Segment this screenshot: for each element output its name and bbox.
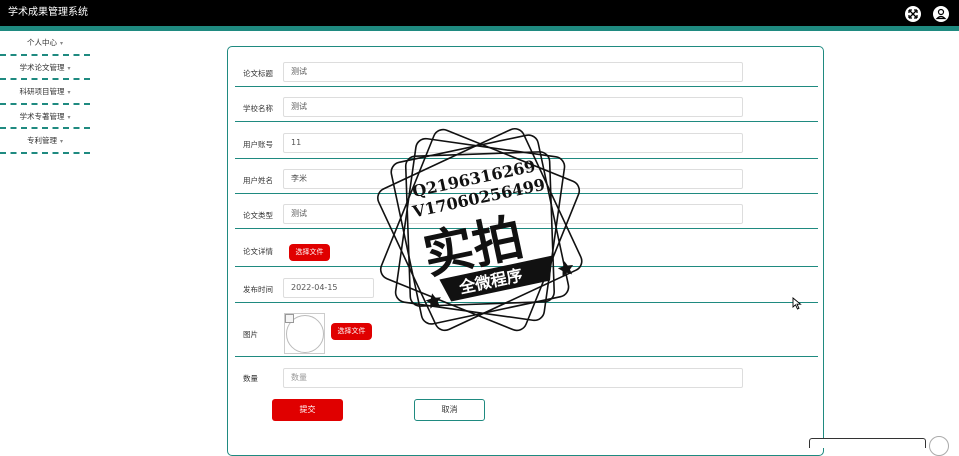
sidebar-item-label: 学术论文管理 xyxy=(19,62,65,72)
sidebar-item-label: 专利管理 xyxy=(26,136,57,145)
mouse-cursor-icon xyxy=(792,297,802,310)
picture-file-button[interactable]: 选择文件 xyxy=(331,323,372,340)
user-name-input[interactable]: 李米 xyxy=(283,169,743,189)
expand-icon[interactable] xyxy=(905,6,921,22)
sidebar-item-paper-management[interactable]: 学术论文管理 ▾ xyxy=(0,56,90,80)
chevron-down-icon: ▾ xyxy=(67,64,71,72)
paper-type-input[interactable]: 测试 xyxy=(283,204,743,224)
sidebar-item-label: 科研项目管理 xyxy=(19,87,65,96)
school-name-label: 学校名称 xyxy=(243,104,273,113)
chevron-down-icon: ▾ xyxy=(59,40,63,47)
edit-form: 论文标题 测试 学校名称 测试 用户账号 11 用户姓名 李米 论文类型 测试 … xyxy=(227,46,824,456)
cancel-button[interactable]: 取消 xyxy=(414,399,485,421)
form-row-publish-time: 发布时间 2022-04-15 xyxy=(235,267,818,303)
form-row-paper-type: 论文类型 测试 xyxy=(235,194,818,229)
form-row-quantity: 数量 数量 xyxy=(235,357,818,393)
bottom-floating-panel[interactable] xyxy=(809,438,926,448)
sidebar-item-label: 学术专著管理 xyxy=(19,111,65,121)
submit-button[interactable]: 提交 xyxy=(272,399,343,421)
form-row-paper-title: 论文标题 测试 xyxy=(235,47,818,87)
quantity-input[interactable]: 数量 xyxy=(283,368,743,388)
form-row-user-name: 用户姓名 李米 xyxy=(235,159,818,194)
publish-time-input[interactable]: 2022-04-15 xyxy=(283,278,374,298)
top-navbar: 学术成果管理系统 xyxy=(0,0,959,26)
paper-title-label: 论文标题 xyxy=(243,69,273,78)
paper-detail-file-button[interactable]: 选择文件 xyxy=(289,244,330,261)
form-row-user-account: 用户账号 11 xyxy=(235,122,818,159)
paper-type-label: 论文类型 xyxy=(243,211,273,220)
sidebar-item-project-management[interactable]: 科研项目管理 ▾ xyxy=(0,80,90,105)
quantity-label: 数量 xyxy=(243,374,258,383)
broken-image-icon xyxy=(285,314,294,323)
paper-detail-label: 论文详情 xyxy=(243,247,273,256)
chevron-down-icon: ▾ xyxy=(67,113,71,121)
school-name-input[interactable]: 测试 xyxy=(283,97,743,117)
chevron-down-icon: ▾ xyxy=(59,138,63,145)
sidebar-item-personal-center[interactable]: 个人中心 ▾ xyxy=(0,31,90,56)
picture-label: 图片 xyxy=(243,330,258,339)
form-row-school-name: 学校名称 测试 xyxy=(235,87,818,122)
user-icon[interactable] xyxy=(933,6,949,22)
user-name-label: 用户姓名 xyxy=(243,176,273,185)
publish-time-label: 发布时间 xyxy=(243,285,273,294)
sidebar: 个人中心 ▾ 学术论文管理 ▾ 科研项目管理 ▾ 学术专著管理 ▾ 专利管理 ▾ xyxy=(0,31,92,154)
chevron-down-icon: ▾ xyxy=(67,89,71,96)
bottom-floating-button[interactable] xyxy=(929,436,949,456)
form-row-paper-detail: 论文详情 选择文件 xyxy=(235,229,818,267)
user-account-label: 用户账号 xyxy=(243,140,273,149)
user-account-input[interactable]: 11 xyxy=(283,133,743,153)
form-row-picture: 图片 选择文件 xyxy=(235,303,818,357)
app-title: 学术成果管理系统 xyxy=(8,7,88,18)
paper-title-input[interactable]: 测试 xyxy=(283,62,743,82)
topbar-accent xyxy=(0,26,959,31)
sidebar-item-monograph-management[interactable]: 学术专著管理 ▾ xyxy=(0,105,90,129)
sidebar-item-label: 个人中心 xyxy=(26,38,57,47)
picture-preview xyxy=(284,313,325,354)
sidebar-item-patent-management[interactable]: 专利管理 ▾ xyxy=(0,129,90,154)
